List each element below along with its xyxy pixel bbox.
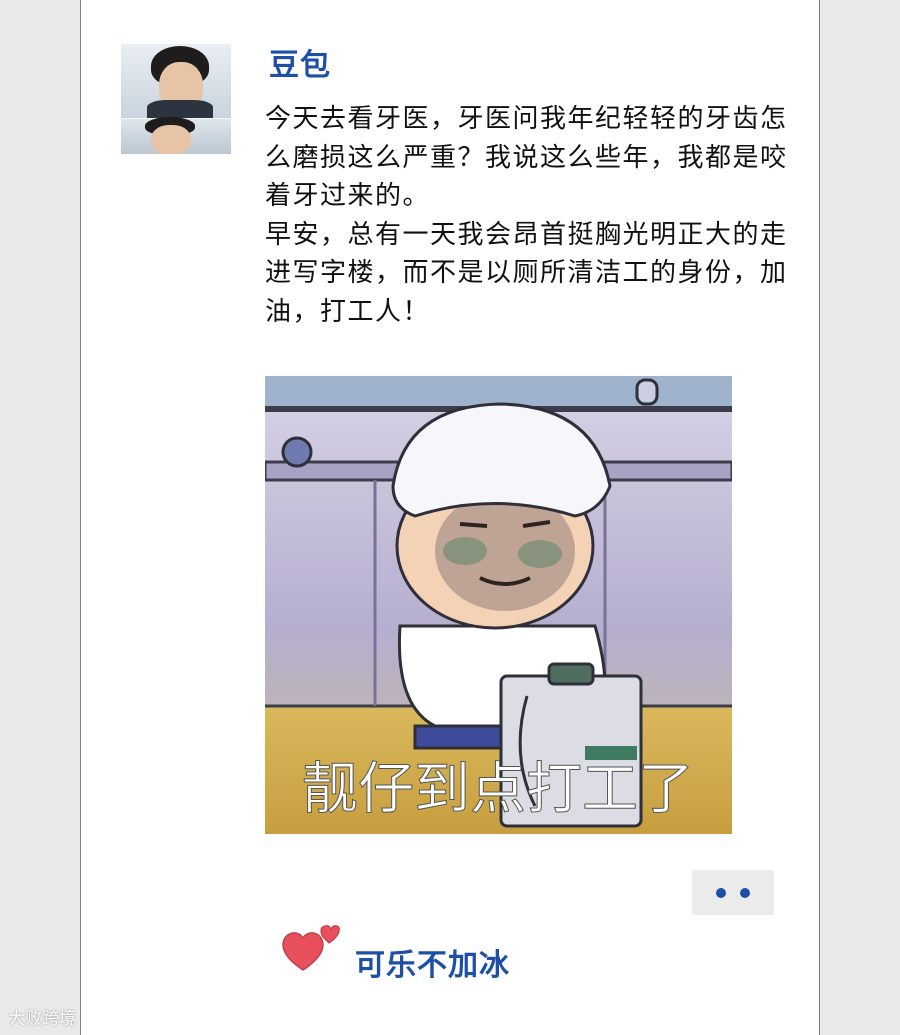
image-caption: 靓仔到点打工了	[302, 757, 694, 822]
more-button[interactable]	[692, 870, 774, 915]
moment-card: 豆包 今天去看牙医，牙医问我年纪轻轻的牙齿怎么磨损这么严重？我说这么些年，我都是…	[80, 0, 820, 1035]
username[interactable]: 豆包	[269, 40, 331, 84]
post-image[interactable]: 靓仔到点打工了	[265, 376, 732, 834]
watermark-text: 大败跨境	[8, 1009, 76, 1029]
post-text: 今天去看牙医，牙医问我年纪轻轻的牙齿怎么磨损这么严重？我说这么些年，我都是咬着牙…	[265, 100, 795, 331]
post-paragraph: 早安，总有一天我会昂首挺胸光明正大的走进写字楼，而不是以厕所清洁工的身份，加油，…	[265, 219, 788, 327]
ellipsis-icon	[716, 887, 726, 898]
ellipsis-icon	[740, 887, 750, 898]
post-paragraph: 今天去看牙医，牙医问我年纪轻轻的牙齿怎么磨损这么严重？我说这么些年，我都是咬着牙…	[265, 104, 788, 211]
avatar[interactable]	[121, 44, 231, 154]
heart-icon	[282, 925, 340, 971]
likes-row: 可乐不加冰	[281, 920, 509, 983]
meme-illustration: 靓仔到点打工了	[265, 376, 732, 834]
liker-name[interactable]: 可乐不加冰	[355, 940, 510, 984]
